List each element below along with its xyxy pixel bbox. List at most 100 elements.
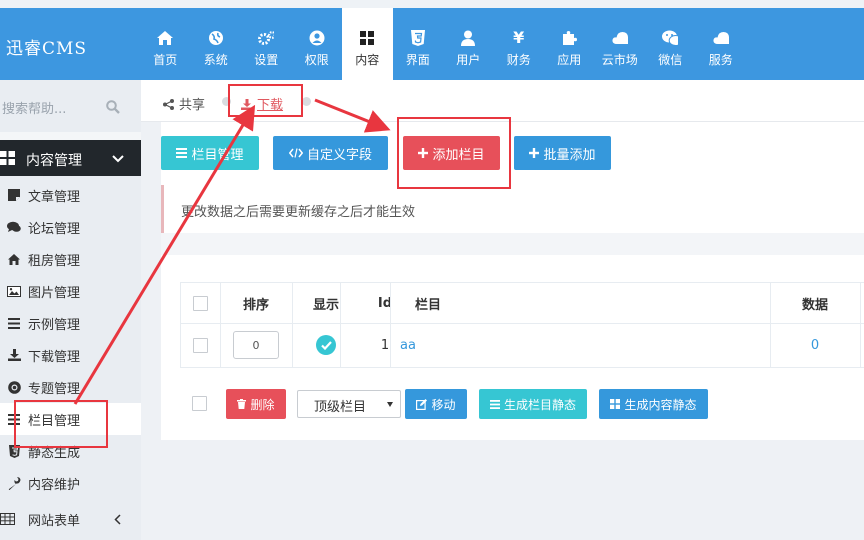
nav-wechat[interactable]: 微信 [645,8,696,80]
sidebar-item-label: 下载管理 [28,350,81,365]
comments-icon [7,220,21,234]
nav-system[interactable]: 系统 [191,8,242,80]
button-label: 栏目管理 [191,147,244,163]
move-button[interactable]: 移动 [405,389,467,419]
button-label: 生成栏目静态 [503,397,576,412]
category-manage-button[interactable]: 栏目管理 [161,136,259,170]
row-checkbox[interactable] [192,337,208,353]
wechat-icon [662,30,679,46]
nav-label: 云市场 [601,53,638,67]
nav-label: 财务 [506,53,531,67]
main-nav: 首页 系统 设置 权限 内容 界面 用户 ¥ 财务 应用 云市场 微信 服务 [140,8,746,80]
nav-label: 服务 [708,53,733,67]
globe-icon [208,30,224,46]
bulk-select-checkbox[interactable] [192,396,207,411]
col-sort-header[interactable]: 排序 [220,283,292,323]
nav-services[interactable]: 服务 [696,8,747,80]
list-icon [7,316,21,330]
check-circle-icon[interactable] [316,335,336,355]
row-category-link[interactable]: aa [397,325,419,365]
annotation-box-sidebar [14,400,108,448]
annotation-box-download [228,84,303,117]
delete-button[interactable]: 删除 [226,389,286,419]
sidebar-item-topics[interactable]: 专题管理 [0,371,141,403]
download-icon [7,348,21,362]
list-icon [489,399,500,409]
sidebar-item-articles[interactable]: 文章管理 [0,179,141,211]
search-input[interactable]: 搜索帮助... [0,92,128,122]
nav-home[interactable]: 首页 [140,8,191,80]
custom-fields-button[interactable]: 自定义字段 [273,136,388,170]
sidebar-item-label: 图片管理 [28,286,81,301]
user-icon [460,30,476,46]
nav-label: 设置 [254,53,279,67]
nav-label: 内容 [355,53,380,67]
row-data-link[interactable]: 0 [770,325,860,365]
table-col-divider [180,283,181,368]
nav-users[interactable]: 用户 [443,8,494,80]
plus-icon [529,148,540,158]
cloud-icon [713,30,729,46]
search-icon[interactable] [106,100,120,118]
chevron-left-icon [114,514,121,529]
sidebar-group-label: 网站表单 [28,514,81,529]
nav-settings[interactable]: 设置 [241,8,292,80]
table-col-divider [390,283,391,368]
sidebar-item-forum[interactable]: 论坛管理 [0,211,141,243]
sidebar-item-maintenance[interactable]: 内容维护 [0,467,141,499]
share-icon [163,99,174,114]
button-label: 批量添加 [543,147,596,163]
table-col-divider [860,283,861,368]
search-placeholder: 搜索帮助... [2,102,67,117]
sidebar-item-rental[interactable]: 租房管理 [0,243,141,275]
sidebar-item-label: 论坛管理 [28,222,81,237]
sidebar-separator [0,132,141,140]
nav-interface[interactable]: 界面 [393,8,444,80]
sidebar-group-content[interactable]: 内容管理 [0,140,141,176]
nav-label: 首页 [153,53,178,67]
caret-down-icon [387,402,393,407]
generate-content-static-button[interactable]: 生成内容静态 [599,389,708,419]
col-data-header[interactable]: 数据 [770,283,860,323]
code-icon [288,148,303,158]
sort-order-input[interactable]: 0 [233,331,279,359]
sidebar-group-label: 内容管理 [26,153,82,169]
chrome-icon [7,380,21,394]
nav-permissions[interactable]: 权限 [292,8,343,80]
nav-content[interactable]: 内容 [342,8,393,80]
sidebar: 搜索帮助... 内容管理 文章管理 论坛管理 租房管理 图片管理 示例管理 下载… [0,80,141,540]
notice-text: 更改数据之后需要更新缓存之后才能生效 [181,205,416,220]
sidebar-group-forms[interactable]: 网站表单 [0,502,141,536]
col-name-header[interactable]: 栏目 [398,283,458,323]
nav-finance[interactable]: ¥ 财务 [494,8,545,80]
app-logo-title[interactable]: 迅睿CMS [6,34,87,59]
batch-add-button[interactable]: 批量添加 [514,136,611,170]
grid-icon [610,399,621,409]
sidebar-item-downloads[interactable]: 下载管理 [0,339,141,371]
select-all-checkbox[interactable] [192,295,208,311]
breadcrumb-share[interactable]: 共享 [163,94,205,114]
trash-icon [237,399,247,409]
home-icon [157,30,174,46]
edit-icon [416,398,428,410]
nav-cloud-market[interactable]: 云市场 [595,8,646,80]
nav-apps[interactable]: 应用 [544,8,595,80]
nav-label: 系统 [203,53,228,67]
sidebar-item-images[interactable]: 图片管理 [0,275,141,307]
sidebar-item-examples[interactable]: 示例管理 [0,307,141,339]
table-col-divider [220,283,221,368]
select-all-cell [180,283,220,323]
sidebar-item-label: 专题管理 [28,382,81,397]
breadcrumb-share-label: 共享 [179,98,206,113]
image-icon [7,284,21,298]
breadcrumb-separator [302,97,311,106]
col-show-header[interactable]: 显示 [292,283,360,323]
select-value: 顶级栏目 [314,400,367,415]
annotation-box-add [397,117,511,189]
button-label: 删除 [250,397,275,412]
nav-label: 权限 [304,53,329,67]
generate-category-static-button[interactable]: 生成栏目静态 [479,389,587,419]
html5-icon [410,30,426,46]
button-label: 移动 [431,397,456,412]
parent-category-select[interactable]: 顶级栏目 [297,390,401,418]
